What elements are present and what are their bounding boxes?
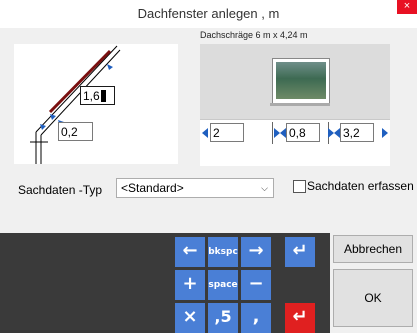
sachdaten-erfassen-checkbox[interactable] <box>293 180 306 193</box>
plus-icon: + <box>182 273 198 294</box>
space-key[interactable]: space <box>208 270 238 300</box>
backspace-label: bkspc <box>208 247 238 257</box>
arrow-right-key[interactable]: → <box>241 237 271 267</box>
comma-key[interactable]: , <box>241 303 271 333</box>
sachdaten-type-select[interactable]: <Standard> ⌵ <box>116 178 274 198</box>
enter-key[interactable]: ↵ <box>285 237 315 267</box>
arrow-right-icon: → <box>248 240 264 261</box>
backspace-key[interactable]: bkspc <box>208 237 238 267</box>
arrow-left-icon <box>202 128 208 138</box>
slope-length-input[interactable]: 1,6 <box>80 86 115 105</box>
half-label: ,5 <box>214 307 232 326</box>
enter-icon: ↵ <box>292 306 308 327</box>
cancel-button[interactable]: Abbrechen <box>333 235 413 263</box>
window-width-input[interactable]: 0,8 <box>286 123 320 142</box>
minus-icon: − <box>248 273 264 294</box>
left-offset-value: 2 <box>213 126 220 140</box>
chevron-down-icon: ⌵ <box>261 183 268 193</box>
confirm-enter-key[interactable]: ↵ <box>285 303 315 333</box>
right-offset-input[interactable]: 3,2 <box>340 123 374 142</box>
arrow-left-key[interactable]: ← <box>175 237 205 267</box>
enter-icon: ↵ <box>292 240 308 261</box>
times-icon: × <box>182 306 198 327</box>
window-title: Dachfenster anlegen , m <box>137 6 280 21</box>
roof-dimensions-label: Dachschräge 6 m x 4,24 m <box>200 30 308 40</box>
multiply-key[interactable]: × <box>175 303 205 333</box>
left-offset-input[interactable]: 2 <box>210 123 244 142</box>
arrow-left-icon: ← <box>182 240 198 261</box>
window-sill <box>270 103 330 106</box>
sachdaten-type-value: <Standard> <box>121 181 184 195</box>
close-button[interactable]: × <box>397 0 417 14</box>
right-offset-value: 3,2 <box>343 126 360 140</box>
slope-view-panel: 1,6 0,2 <box>14 44 178 164</box>
minus-key[interactable]: − <box>241 270 271 300</box>
ok-button[interactable]: OK <box>333 269 413 327</box>
slope-offset-input[interactable]: 0,2 <box>58 122 93 141</box>
dimension-line <box>272 122 273 144</box>
keypad-panel <box>0 233 330 333</box>
dialog-window: Dachfenster anlegen , m × Dachschräge 6 … <box>0 0 417 333</box>
title-bar: Dachfenster anlegen , m × <box>0 0 417 28</box>
front-dimension-row: 2 0,8 3,2 <box>200 122 390 146</box>
window-glass <box>276 62 326 99</box>
window-width-value: 0,8 <box>289 126 306 140</box>
roof-window-image <box>272 58 330 104</box>
comma-label: , <box>252 306 260 327</box>
front-view-panel: 2 0,8 3,2 <box>200 44 390 166</box>
slope-length-value: 1,6 <box>83 89 100 103</box>
sachdaten-erfassen-label: Sachdaten erfassen <box>307 179 414 193</box>
arrow-right-icon <box>382 128 388 138</box>
text-caret <box>100 90 106 102</box>
half-key[interactable]: ,5 <box>208 303 238 333</box>
sachdaten-type-label: Sachdaten -Typ <box>18 183 103 197</box>
plus-key[interactable]: + <box>175 270 205 300</box>
roof-wall-area <box>200 44 390 120</box>
space-label: space <box>208 280 238 290</box>
slope-offset-value: 0,2 <box>61 125 78 139</box>
